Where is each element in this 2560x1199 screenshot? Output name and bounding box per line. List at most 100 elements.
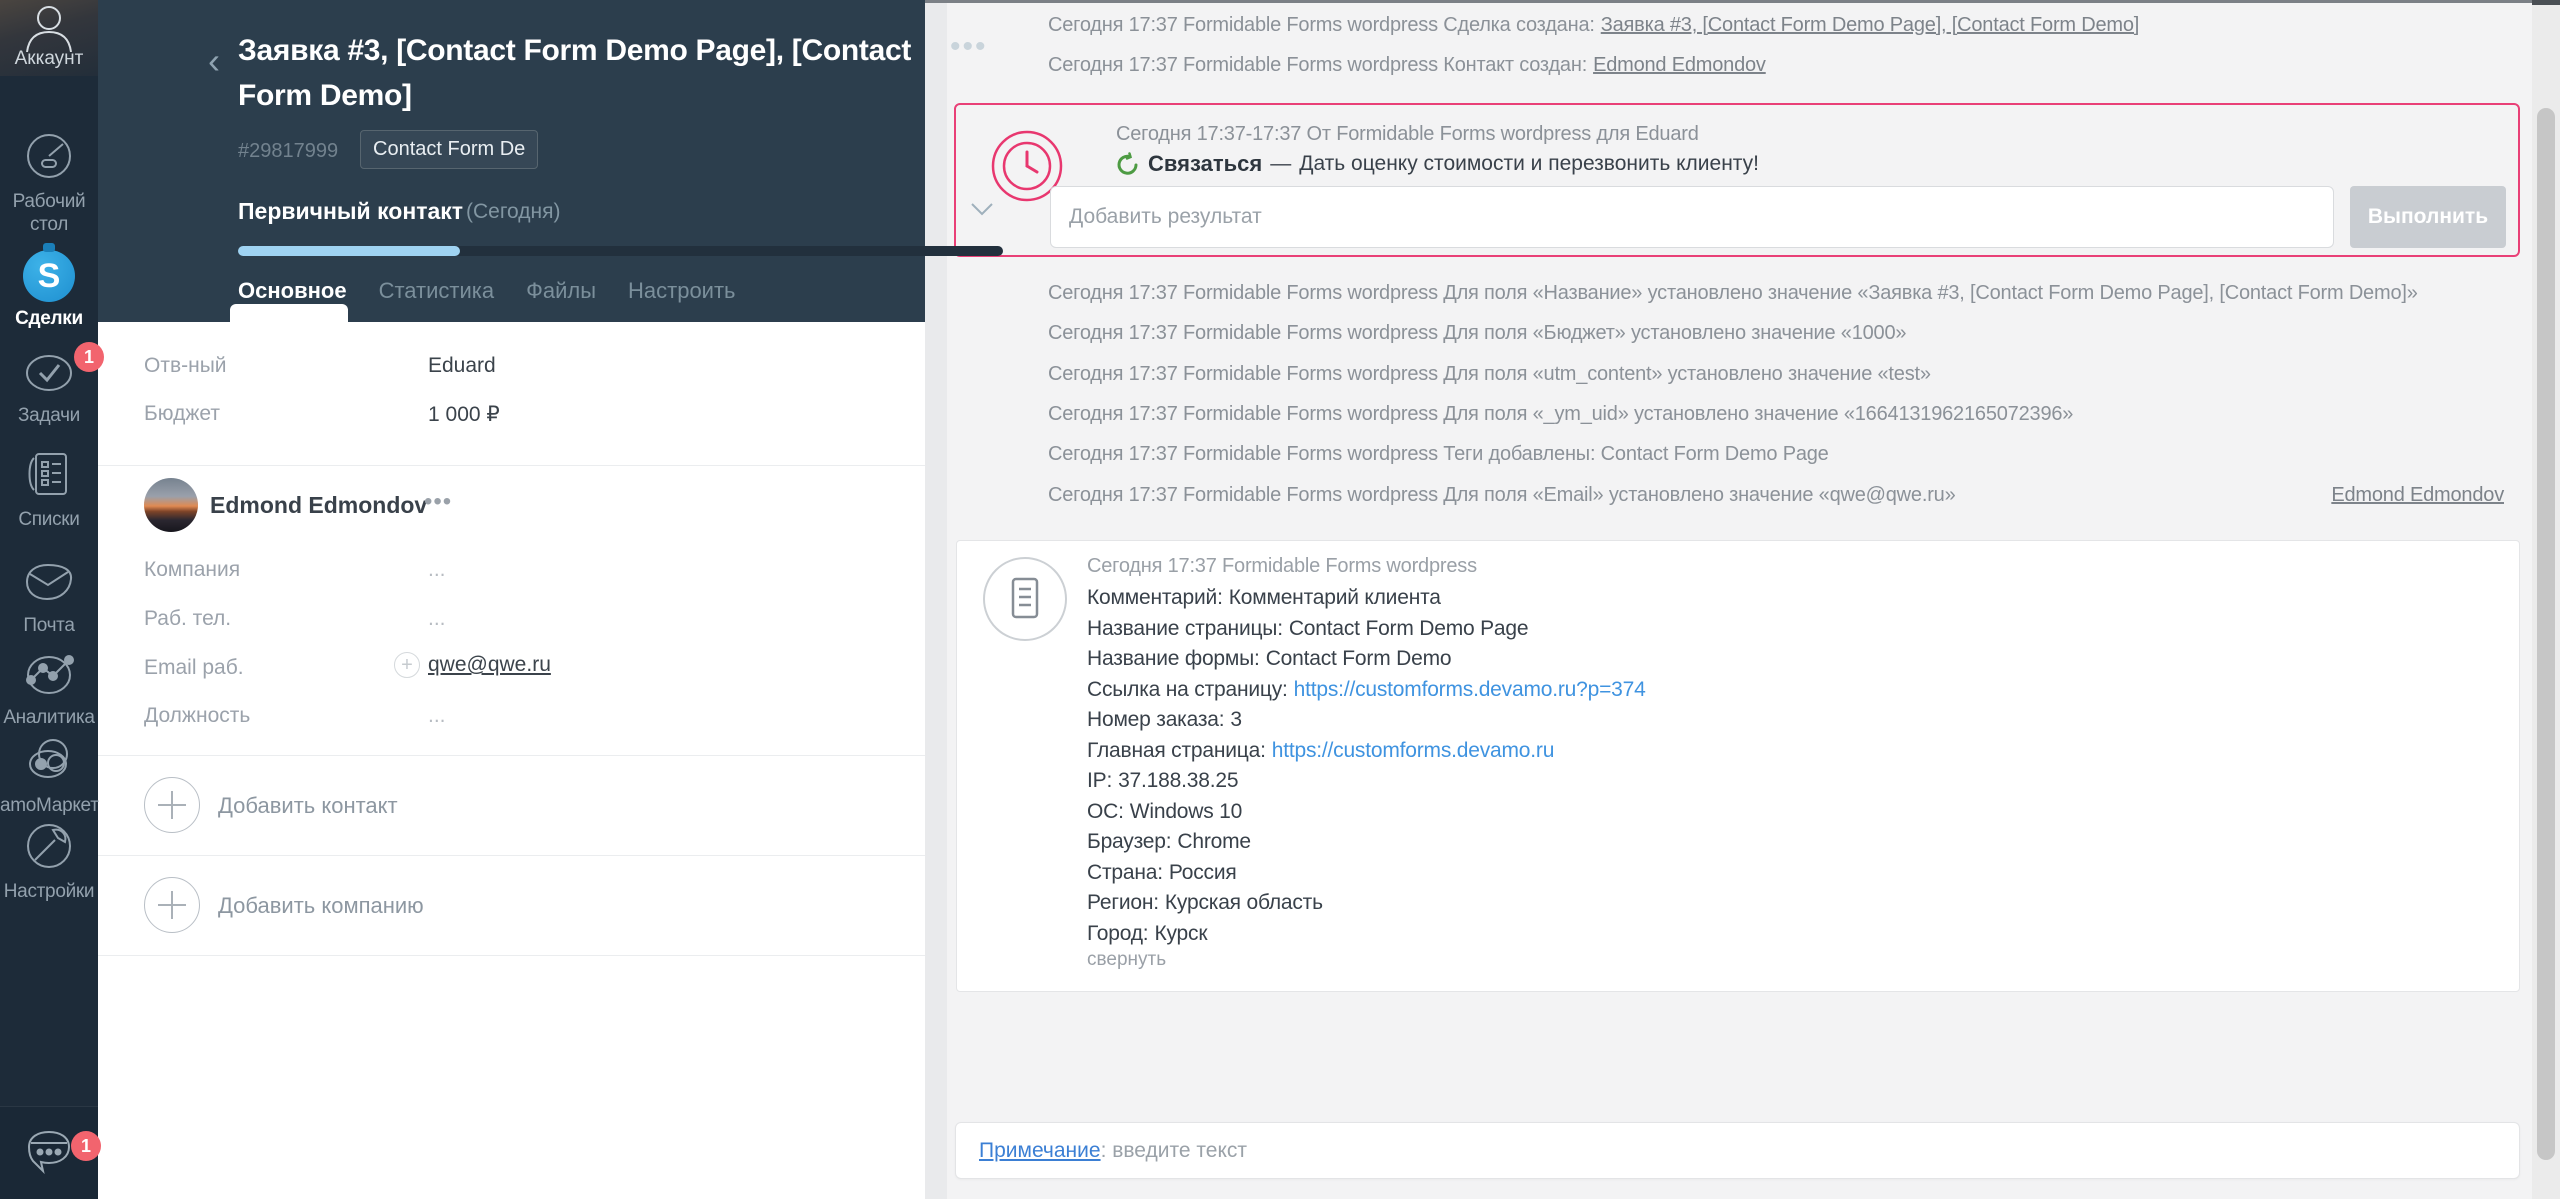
task-meta: Сегодня 17:37-17:37 От Formidable Forms … — [1116, 123, 1699, 145]
note-type-link[interactable]: Примечание — [979, 1139, 1101, 1163]
note-document-icon — [983, 557, 1067, 641]
pipeline-status[interactable]: Первичный контакт — [238, 198, 463, 225]
followup-arrow-icon — [1116, 152, 1140, 176]
lead-tag-chip[interactable]: Contact Form De — [360, 130, 539, 169]
field-row-position: Должность ... — [98, 704, 925, 734]
sidebar-item-amomarket[interactable]: amoМаркет — [0, 736, 99, 817]
event-text: Сегодня 17:37 Formidable Forms wordpress… — [1048, 282, 2418, 304]
feed-event: Сегодня 17:37 Formidable Forms wordpress… — [1048, 322, 2504, 350]
back-icon[interactable]: ‹ — [208, 40, 220, 82]
sidebar-item-mail[interactable]: Почта — [0, 560, 98, 637]
note-input-bar[interactable]: Примечание: введите текст — [955, 1122, 2520, 1179]
scrollbar-thumb[interactable] — [2537, 108, 2555, 1160]
task-line: Связаться — Дать оценку стоимости и пере… — [1116, 151, 1759, 177]
feed-event: Сегодня 17:37 Formidable Forms wordpress… — [1048, 54, 2504, 82]
top-border-line — [925, 0, 2560, 3]
event-text: Сегодня 17:37 Formidable Forms wordpress… — [1048, 14, 1595, 36]
field-value[interactable]: 1 000 ₽ — [428, 402, 500, 427]
lead-title[interactable]: Заявка #3, [Contact Form Demo Page], [Co… — [238, 28, 918, 118]
feed-event: Сегодня 17:37 Formidable Forms wordpress… — [1048, 14, 2504, 42]
note-line: Ссылка на страницу: https://customforms.d… — [1087, 677, 1646, 701]
account-label: Аккаунт — [14, 48, 84, 69]
lead-tabs: Основное Статистика Файлы Настроить — [238, 278, 736, 304]
event-text: Сегодня 17:37 Formidable Forms wordpress… — [1048, 484, 1956, 506]
contact-email-link[interactable]: qwe@qwe.ru — [428, 653, 551, 677]
sidebar-item-settings[interactable]: Настройки — [0, 822, 98, 903]
field-label: Должность — [144, 704, 251, 727]
tab-setup[interactable]: Настроить — [628, 278, 736, 304]
event-contact-link[interactable]: Edmond Edmondov — [1593, 54, 1766, 82]
contact-more-icon[interactable]: ••• — [424, 488, 452, 516]
pipeline-progress-fill — [238, 246, 460, 256]
event-text: Сегодня 17:37 Formidable Forms wordpress… — [1048, 322, 1907, 344]
task-result-input[interactable] — [1050, 186, 2334, 248]
sidebar-item-label: Задачи — [18, 405, 80, 426]
add-email-icon[interactable]: + — [394, 652, 420, 678]
divider — [98, 955, 925, 956]
note-card: Сегодня 17:37 Formidable Forms wordpress… — [956, 540, 2520, 992]
sidebar-item-analytics[interactable]: Аналитика — [0, 652, 98, 729]
field-value[interactable]: ... — [428, 704, 446, 728]
task-complete-button[interactable]: Выполнить — [2350, 186, 2506, 248]
chat-icon[interactable]: 1 — [23, 1127, 101, 1177]
event-lead-link[interactable]: Заявка #3, [Contact Form Demo Page], [Co… — [1601, 14, 2140, 42]
task-card: Сегодня 17:37-17:37 От Formidable Forms … — [954, 103, 2520, 257]
sidebar-item-lists[interactable]: Списки — [0, 450, 98, 531]
note-line: Регион: Курская область — [1087, 891, 1323, 914]
note-meta: Сегодня 17:37 Formidable Forms wordpress — [1087, 555, 1477, 577]
feed-event: Сегодня 17:37 Formidable Forms wordpress… — [1048, 403, 2504, 431]
market-icon — [23, 736, 75, 784]
note-line: ОС: Windows 10 — [1087, 799, 1243, 823]
note-line: Комментарий: Комментарий клиента — [1087, 586, 1441, 609]
scrollbar-track[interactable] — [2532, 0, 2560, 1199]
more-menu-icon[interactable]: ••• — [950, 30, 988, 64]
panel-gutter — [925, 0, 947, 1199]
sidebar-item-label: Аналитика — [3, 707, 95, 728]
contact-avatar[interactable] — [144, 478, 198, 532]
note-line: IP: 37.188.38.25 — [1087, 769, 1239, 792]
sidebar-item-label: Сделки — [15, 308, 83, 329]
note-collapse-link[interactable]: свернуть — [1087, 949, 1166, 971]
sidebar-item-label: Настройки — [3, 881, 95, 902]
event-text: Сегодня 17:37 Formidable Forms wordpress… — [1048, 403, 2074, 425]
tasks-icon: 1 — [24, 342, 104, 394]
event-text: Сегодня 17:37 Formidable Forms wordpress… — [1048, 54, 1588, 76]
pipeline-progress — [238, 246, 1003, 256]
field-value[interactable]: Eduard — [428, 354, 496, 378]
deals-icon: S — [23, 243, 75, 302]
add-contact-button[interactable]: Добавить контакт — [98, 755, 925, 855]
timeline-feed: Сегодня 17:37 Formidable Forms wordpress… — [925, 0, 2560, 1199]
sidebar-item-deals[interactable]: S Сделки — [0, 243, 98, 330]
contact-name[interactable]: Edmond Edmondov — [210, 492, 427, 519]
tab-files[interactable]: Файлы — [526, 278, 596, 304]
feed-event: Сегодня 17:37 Formidable Forms wordpress… — [1048, 363, 2504, 391]
field-value[interactable]: ... — [428, 607, 446, 631]
field-value[interactable]: ... — [428, 558, 446, 582]
tab-main[interactable]: Основное — [238, 278, 347, 304]
sidebar-item-account[interactable]: Аккаунт — [0, 0, 98, 76]
tab-statistics[interactable]: Статистика — [379, 278, 495, 304]
tasks-badge: 1 — [74, 342, 104, 372]
sidebar-item-label: Рабочий стол — [12, 191, 86, 235]
field-label: Email раб. — [144, 656, 244, 679]
note-line: Браузер: Chrome — [1087, 830, 1251, 853]
field-label: Раб. тел. — [144, 607, 232, 630]
note-line: Главная страница: https://customforms.dev… — [1087, 738, 1555, 762]
page-url-link[interactable]: https://customforms.devamo.ru?p=374 — [1294, 678, 1646, 701]
sidebar: Аккаунт Рабочий стол S Сделки 1 Задачи С… — [0, 0, 104, 1199]
field-row-company: Компания ... — [98, 558, 925, 588]
settings-icon — [25, 822, 73, 870]
add-company-button[interactable]: Добавить компанию — [98, 855, 925, 955]
event-contact-link[interactable]: Edmond Edmondov — [2331, 484, 2504, 512]
sidebar-item-desktop[interactable]: Рабочий стол — [0, 132, 98, 236]
note-line: Название формы: Contact Form Demo — [1087, 647, 1452, 670]
note-line: Город: Курск — [1087, 921, 1208, 945]
task-type[interactable]: Связаться — [1148, 151, 1262, 177]
plus-icon — [144, 777, 200, 833]
analytics-icon — [23, 652, 75, 696]
chevron-down-icon[interactable] — [970, 202, 994, 216]
feed-event: Сегодня 17:37 Formidable Forms wordpress… — [1048, 443, 2504, 471]
sidebar-item-tasks[interactable]: 1 Задачи — [0, 342, 104, 427]
field-row-email: Email раб. + qwe@qwe.ru — [98, 652, 925, 686]
home-url-link[interactable]: https://customforms.devamo.ru — [1272, 739, 1555, 762]
